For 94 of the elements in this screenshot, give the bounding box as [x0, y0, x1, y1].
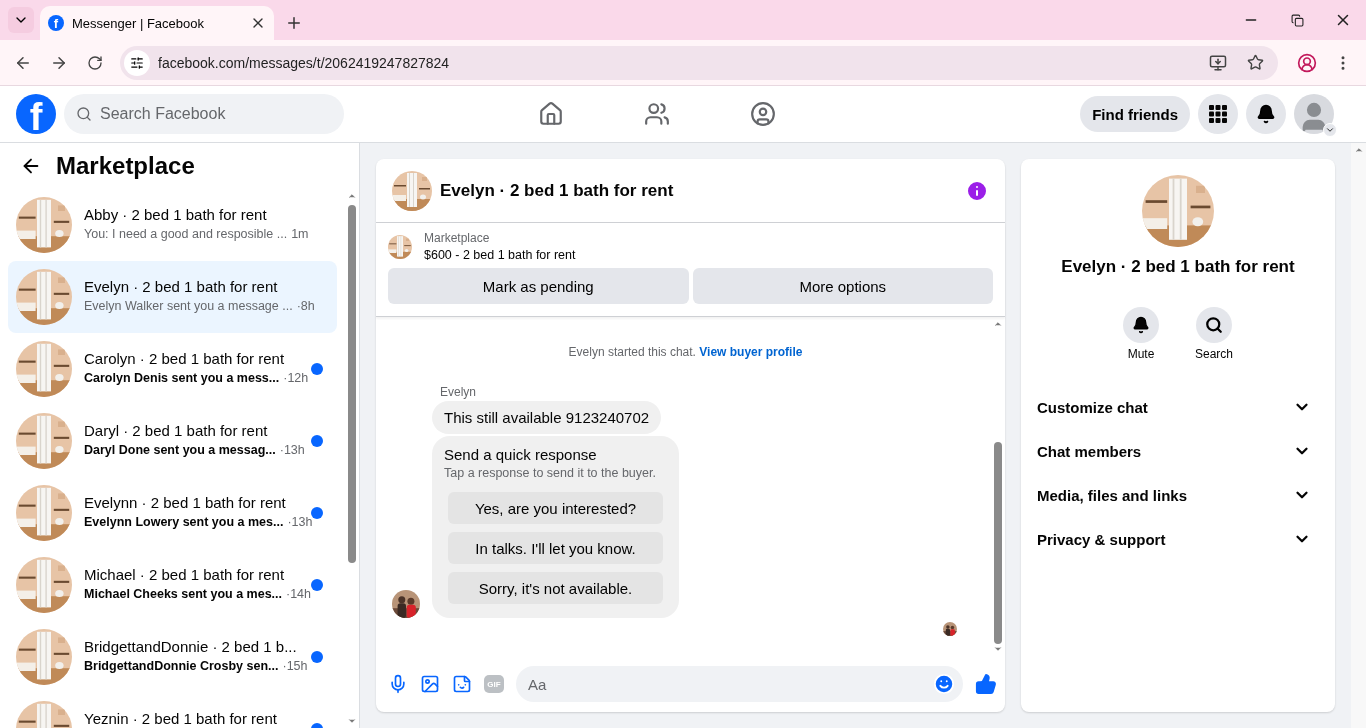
bell-icon — [1132, 316, 1150, 334]
action-label: Mute — [1127, 347, 1155, 361]
conversation-name: Carolyn · 2 bed 1 bath for rent — [84, 350, 286, 367]
message-preview: Evelyn Walker sent you a message ... — [84, 299, 293, 313]
scroll-up-icon[interactable] — [1353, 145, 1364, 155]
message-time: ·13h — [287, 515, 313, 529]
mute-button[interactable] — [1123, 307, 1159, 343]
conversation-item[interactable]: Carolyn · 2 bed 1 bath for rent Carolyn Denis sent you a mess... ·12h — [8, 333, 337, 405]
microphone-icon[interactable] — [388, 674, 408, 694]
sender-name: Evelyn — [440, 385, 478, 399]
message-preview: Michael Cheeks sent you a mes... — [84, 587, 282, 601]
search-icon — [76, 106, 92, 122]
message-time: 1m — [291, 227, 309, 241]
search-field[interactable]: Search Facebook — [64, 94, 344, 134]
listing-label: Marketplace — [424, 231, 491, 245]
site-info-button[interactable] — [124, 49, 150, 76]
message-preview: Daryl Done sent you a messag... — [84, 443, 276, 457]
sidebar-title: Marketplace — [56, 152, 195, 180]
account-button[interactable] — [1294, 94, 1334, 134]
conversation-name: Yeznin · 2 bed 1 bath for rent — [84, 710, 278, 727]
message-time: ·8h — [296, 299, 315, 313]
details-title: Evelyn · 2 bed 1 bath for rent — [1061, 257, 1295, 277]
groups-icon[interactable] — [750, 101, 776, 127]
find-friends-button[interactable]: Find friends — [1080, 96, 1190, 132]
quick-response-button[interactable]: Yes, are you interested? — [448, 492, 663, 524]
action-label: Search — [1195, 347, 1233, 361]
conversation-name: Evelyn · 2 bed 1 bath for rent — [84, 278, 279, 295]
favicon: f — [48, 15, 64, 31]
message-time: ·13h — [279, 443, 305, 457]
buyer-profile-link[interactable]: View buyer profile — [699, 345, 803, 359]
message-preview: Carolyn Denis sent you a mess... — [84, 371, 280, 385]
message-time: ·12h — [283, 371, 309, 385]
browser-tab[interactable]: f Messenger | Facebook — [40, 6, 274, 40]
conversation-name: Evelynn · 2 bed 1 bath for rent — [84, 494, 287, 511]
message-bubble: This still available 9123240702 — [432, 401, 662, 434]
facebook-logo[interactable]: f — [16, 94, 56, 134]
message-preview: Evelynn Lowery sent you a mes... — [84, 515, 284, 529]
quick-response-hint: Tap a response to send it to the buyer. — [444, 466, 657, 480]
listing-title: $600 - 2 bed 1 bath for rent — [424, 248, 576, 262]
conversation-name: Michael · 2 bed 1 bath for rent — [84, 566, 286, 583]
quick-response-title: Send a quick response — [444, 446, 598, 463]
tab-list-button[interactable] — [8, 7, 34, 33]
sliders-icon — [130, 55, 144, 70]
reload-icon[interactable] — [87, 54, 103, 71]
quick-response-button[interactable]: Sorry, it's not available. — [448, 572, 663, 604]
caret-icon — [1323, 123, 1337, 137]
message-preview: BridgettandDonnie Crosby sen... — [84, 659, 279, 673]
message-preview: You: I need a good and resposible ... — [84, 227, 288, 241]
conversation-item[interactable]: Yeznin · 2 bed 1 bath for rent — [8, 693, 337, 728]
search-icon — [1205, 316, 1223, 334]
scroll-up-icon[interactable] — [993, 319, 1003, 329]
profile-icon[interactable] — [1297, 52, 1317, 73]
menu-button[interactable] — [1198, 94, 1238, 134]
scrollbar-thumb[interactable] — [994, 441, 1002, 644]
message-time: ·14h — [286, 587, 312, 601]
scroll-down-icon[interactable] — [993, 644, 1003, 654]
details-section[interactable]: Chat members — [1037, 429, 1319, 473]
home-icon[interactable] — [538, 101, 564, 127]
notifications-button[interactable] — [1246, 94, 1286, 134]
chat-title: Evelyn · 2 bed 1 bath for rent — [440, 180, 675, 201]
photo-icon[interactable] — [420, 674, 440, 694]
conversation-item[interactable]: Daryl · 2 bed 1 bath for rent Daryl Done sent you a messag... ·13h — [8, 405, 337, 477]
listing-action-button[interactable]: Mark as pending — [388, 268, 689, 304]
details-section[interactable]: Privacy & support — [1037, 517, 1319, 561]
plus-icon[interactable] — [285, 14, 303, 32]
scroll-up-icon[interactable] — [347, 191, 357, 201]
search-button[interactable] — [1196, 307, 1232, 343]
thumbs-up-icon[interactable] — [975, 673, 997, 695]
star-icon[interactable] — [1247, 54, 1264, 71]
conversation-name: Abby · 2 bed 1 bath for rent — [84, 206, 268, 223]
message-time: ·15h — [282, 659, 308, 673]
install-app-icon[interactable] — [1209, 53, 1227, 72]
address-bar[interactable]: facebook.com/messages/t/2062419247827824 — [120, 45, 1278, 80]
grid-icon — [1209, 105, 1227, 123]
quick-response-button[interactable]: In talks. I'll let you know. — [448, 532, 663, 564]
friends-icon[interactable] — [644, 101, 670, 127]
emoji-icon[interactable] — [933, 673, 955, 695]
conversation-item[interactable]: Evelynn · 2 bed 1 bath for rent Evelynn Lowery sent you a mes... ·13h — [8, 477, 337, 549]
conversation-name: Daryl · 2 bed 1 bath for rent — [84, 422, 269, 439]
conversation-item[interactable]: Abby · 2 bed 1 bath for rent You: I need a good and resposible ... 1m — [8, 189, 337, 261]
conversation-item[interactable]: Michael · 2 bed 1 bath for rent Michael Cheeks sent you a mes... ·14h — [8, 549, 337, 621]
sticker-icon[interactable] — [452, 674, 472, 694]
bell-icon — [1256, 104, 1276, 124]
conversation-item[interactable]: Evelyn · 2 bed 1 bath for rent Evelyn Walker sent you a message ... ·8h — [8, 261, 337, 333]
restore-icon[interactable] — [1290, 13, 1304, 27]
scrollbar-thumb[interactable] — [348, 205, 356, 563]
conversation-item[interactable]: BridgettandDonnie · 2 bed 1 b... BridgettandDonnie Crosby sen... ·15h — [8, 621, 337, 693]
scroll-down-icon[interactable] — [347, 716, 357, 726]
chat-notice: Evelyn started this chat. View buyer profile — [567, 345, 804, 359]
conversation-name: BridgettandDonnie · 2 bed 1 b... — [84, 638, 298, 655]
message-field[interactable]: Aa — [516, 666, 963, 702]
listing-action-button[interactable]: More options — [692, 268, 993, 304]
details-section[interactable]: Customize chat — [1037, 385, 1319, 429]
details-section[interactable]: Media, files and links — [1037, 473, 1319, 517]
